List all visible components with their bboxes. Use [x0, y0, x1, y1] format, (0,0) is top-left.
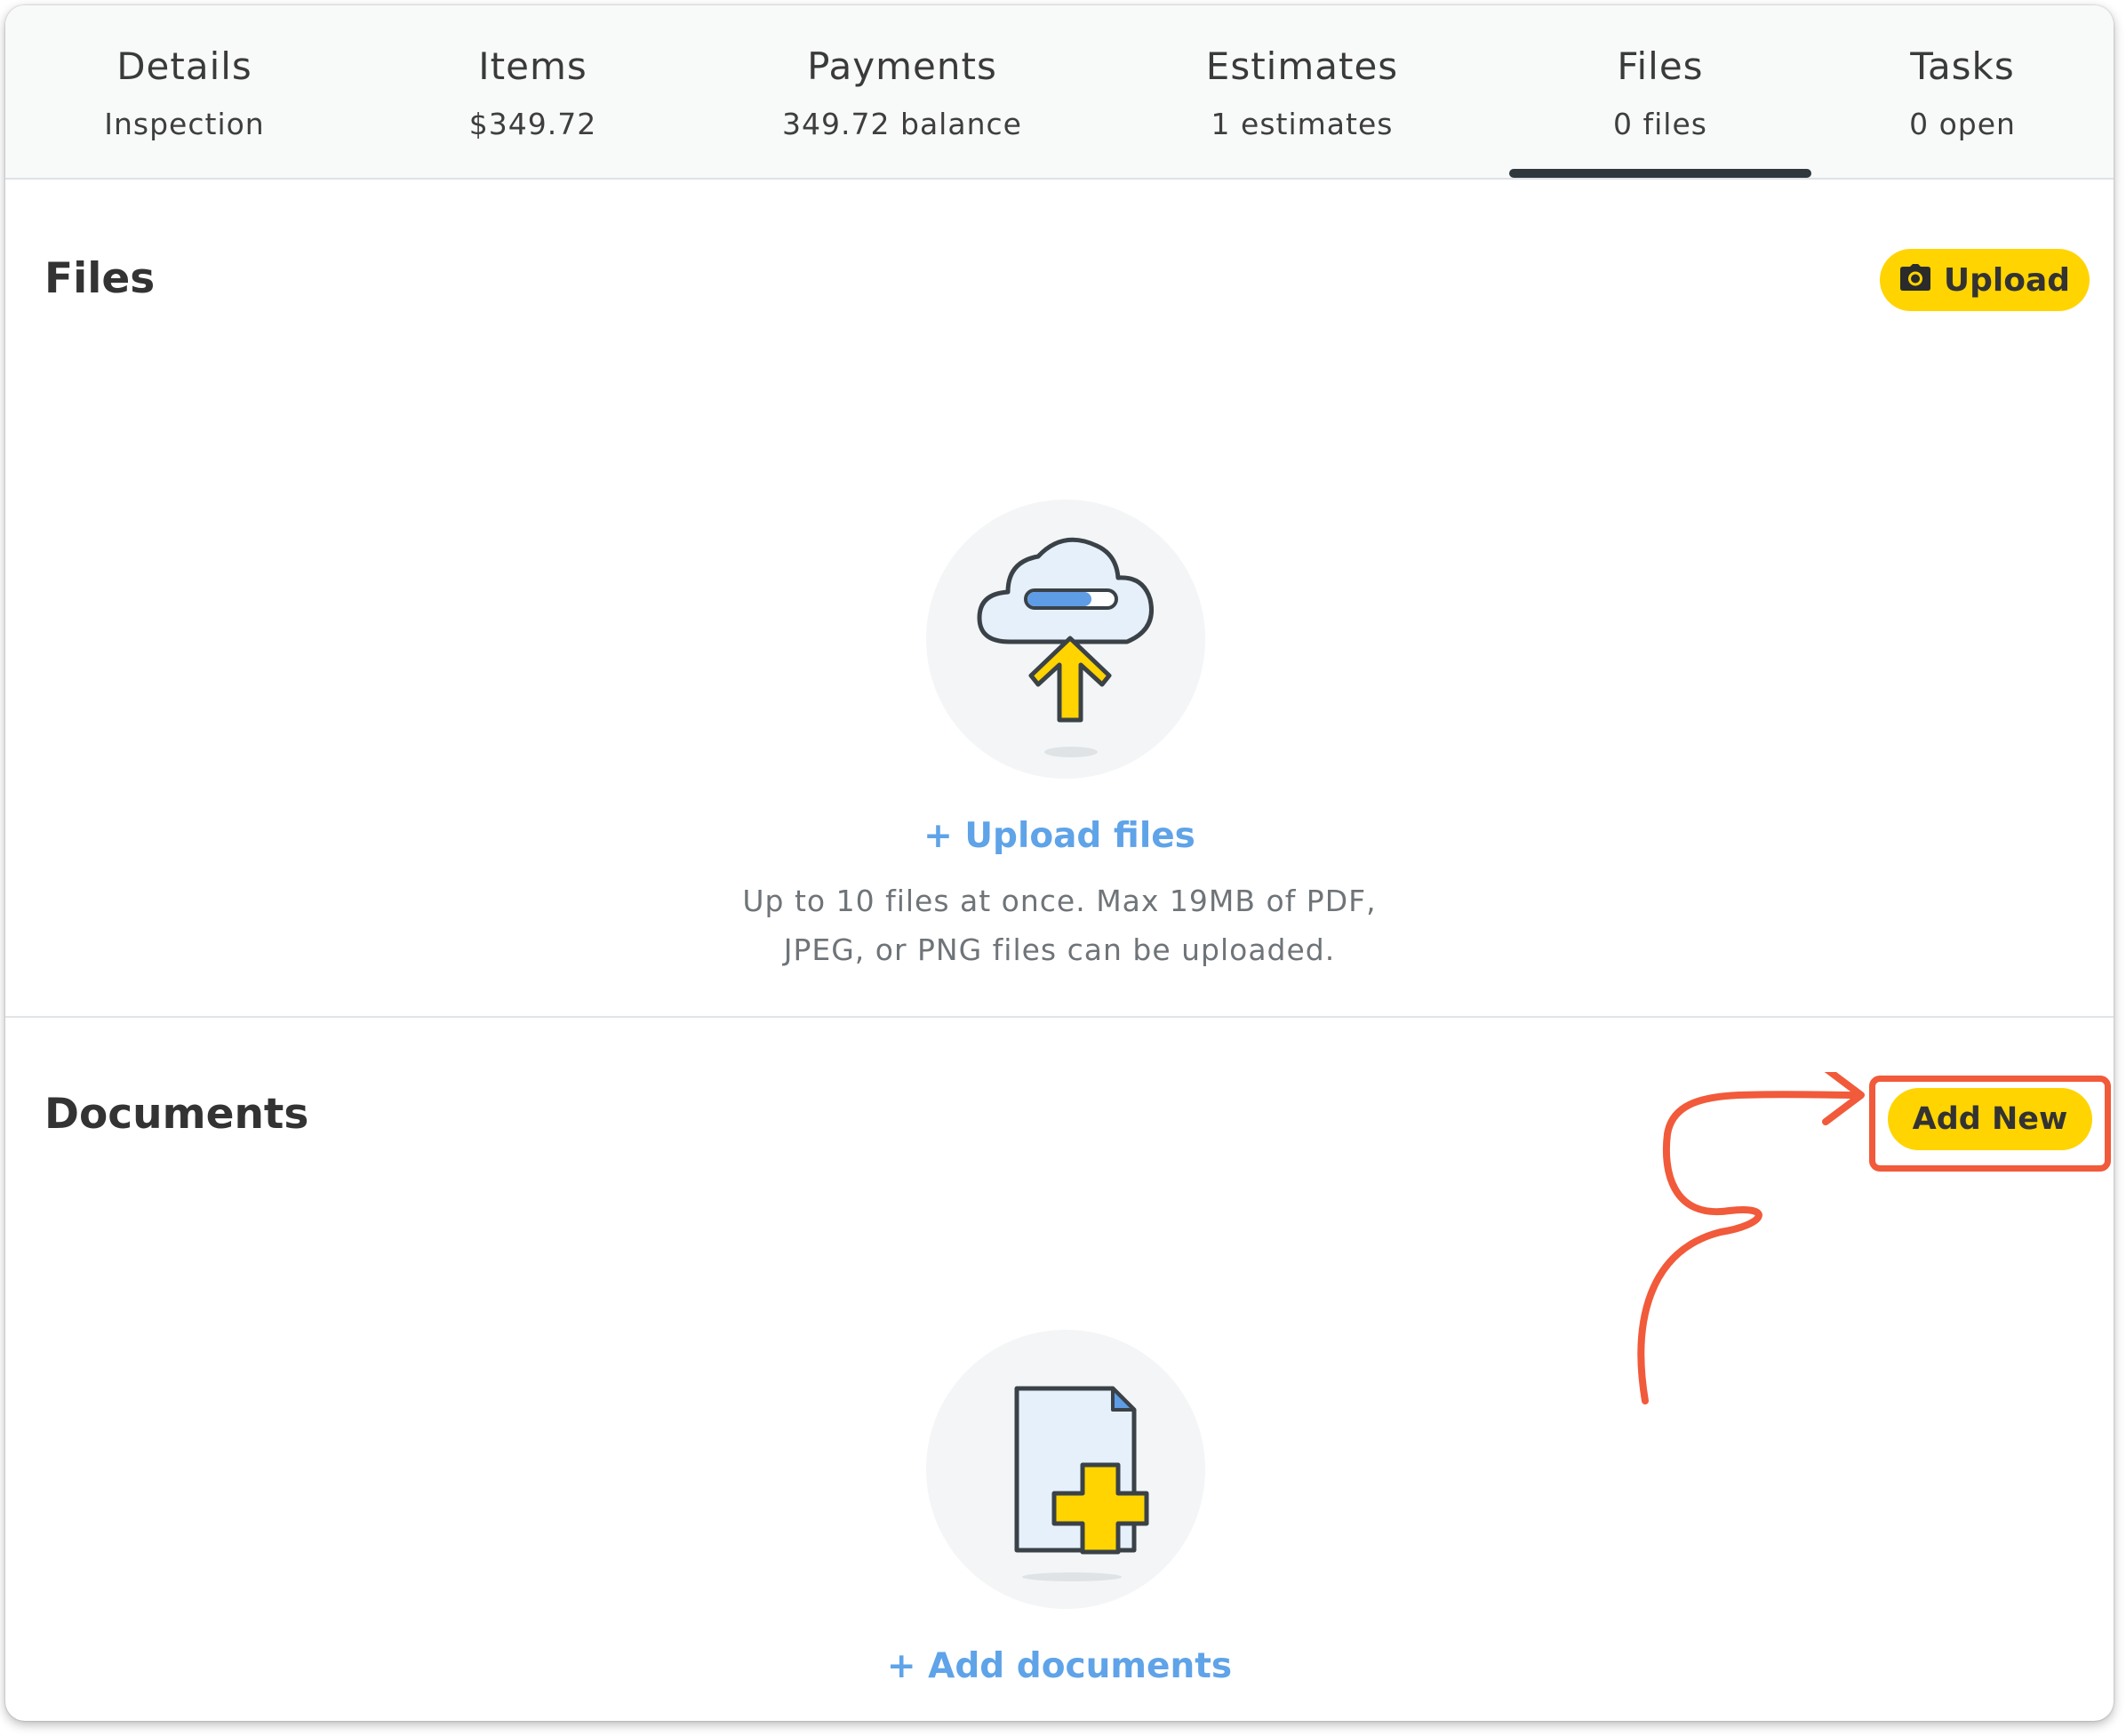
camera-icon [1899, 262, 1931, 299]
tab-title: Tasks [1910, 44, 2015, 88]
tab-details[interactable]: Details Inspection [5, 5, 364, 178]
upload-help-line: JPEG, or PNG files can be uploaded. [783, 932, 1336, 967]
tab-subtitle: $349.72 [468, 107, 597, 141]
active-tab-indicator [1509, 169, 1811, 178]
tab-items[interactable]: Items $349.72 [364, 5, 702, 178]
section-divider [5, 1016, 2114, 1018]
tab-payments[interactable]: Payments 349.72 balance [702, 5, 1102, 178]
job-card: Details Inspection Items $349.72 Payment… [5, 5, 2114, 1721]
document-add-icon [1014, 1386, 1149, 1581]
tab-subtitle: 0 files [1613, 107, 1707, 141]
tab-bar: Details Inspection Items $349.72 Payment… [5, 5, 2114, 180]
upload-help-line: Up to 10 files at once. Max 19MB of PDF, [742, 884, 1377, 918]
tab-title: Payments [807, 44, 997, 88]
upload-button[interactable]: Upload [1880, 249, 2090, 311]
tab-subtitle: Inspection [104, 107, 265, 141]
tab-title: Items [478, 44, 587, 88]
documents-section-title: Documents [44, 1090, 309, 1139]
tab-title: Details [116, 44, 252, 88]
files-section-title: Files [44, 254, 156, 303]
tab-estimates[interactable]: Estimates 1 estimates [1102, 5, 1502, 178]
upload-files-link[interactable]: + Upload files [5, 816, 2114, 856]
add-documents-link[interactable]: + Add documents [5, 1646, 2114, 1686]
upload-button-label: Upload [1943, 261, 2071, 299]
tab-tasks[interactable]: Tasks 0 open [1811, 5, 2114, 178]
tab-title: Files [1617, 44, 1704, 88]
tab-title: Estimates [1205, 44, 1399, 88]
upload-help-text: Up to 10 files at once. Max 19MB of PDF,… [5, 876, 2114, 974]
annotation-highlight-box [1869, 1076, 2111, 1172]
cloud-upload-icon [977, 537, 1154, 757]
tab-subtitle: 349.72 balance [782, 107, 1022, 141]
tab-subtitle: 1 estimates [1211, 107, 1394, 141]
tab-subtitle: 0 open [1909, 107, 2016, 141]
annotation-arrow-icon [1637, 1072, 1865, 1404]
tab-files[interactable]: Files 0 files [1509, 5, 1811, 178]
